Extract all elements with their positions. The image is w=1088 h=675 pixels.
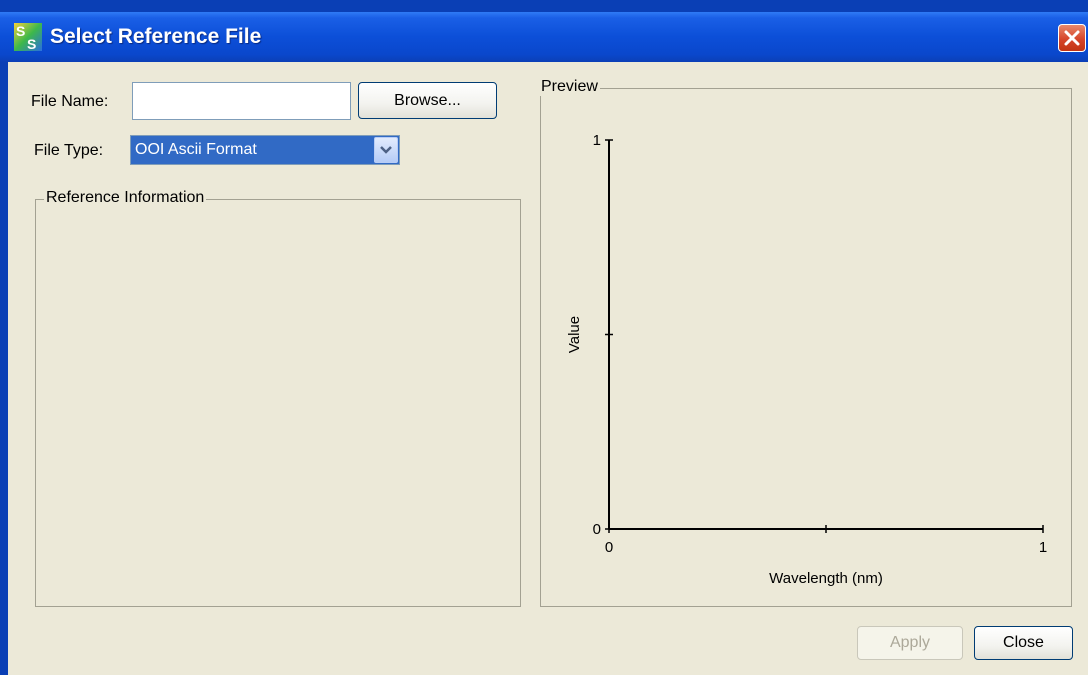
y-tick-label: 1: [593, 132, 601, 149]
close-icon: [1064, 30, 1080, 46]
svg-text:S: S: [16, 23, 25, 39]
y-tick-label: 0: [593, 521, 601, 538]
y-axis-label: Value: [566, 316, 583, 353]
app-logo-icon: S S: [14, 23, 42, 52]
x-tick-label: 1: [1039, 539, 1047, 556]
window-title: Select Reference File: [50, 25, 262, 48]
dialog-content: File Name: Browse... File Type: OOI Asci…: [8, 62, 1088, 675]
close-button[interactable]: Close: [974, 626, 1073, 660]
preview-chart: 0 1 0 1 Wavelength (nm) Value: [566, 132, 1047, 587]
x-tick-label: 0: [605, 539, 613, 556]
x-axis-label: Wavelength (nm): [769, 570, 883, 587]
apply-button[interactable]: Apply: [857, 626, 963, 660]
svg-text:S: S: [27, 36, 36, 52]
dialog-window: S S Select Reference File File Name: Bro…: [0, 0, 1088, 675]
window-close-button[interactable]: [1058, 24, 1086, 52]
